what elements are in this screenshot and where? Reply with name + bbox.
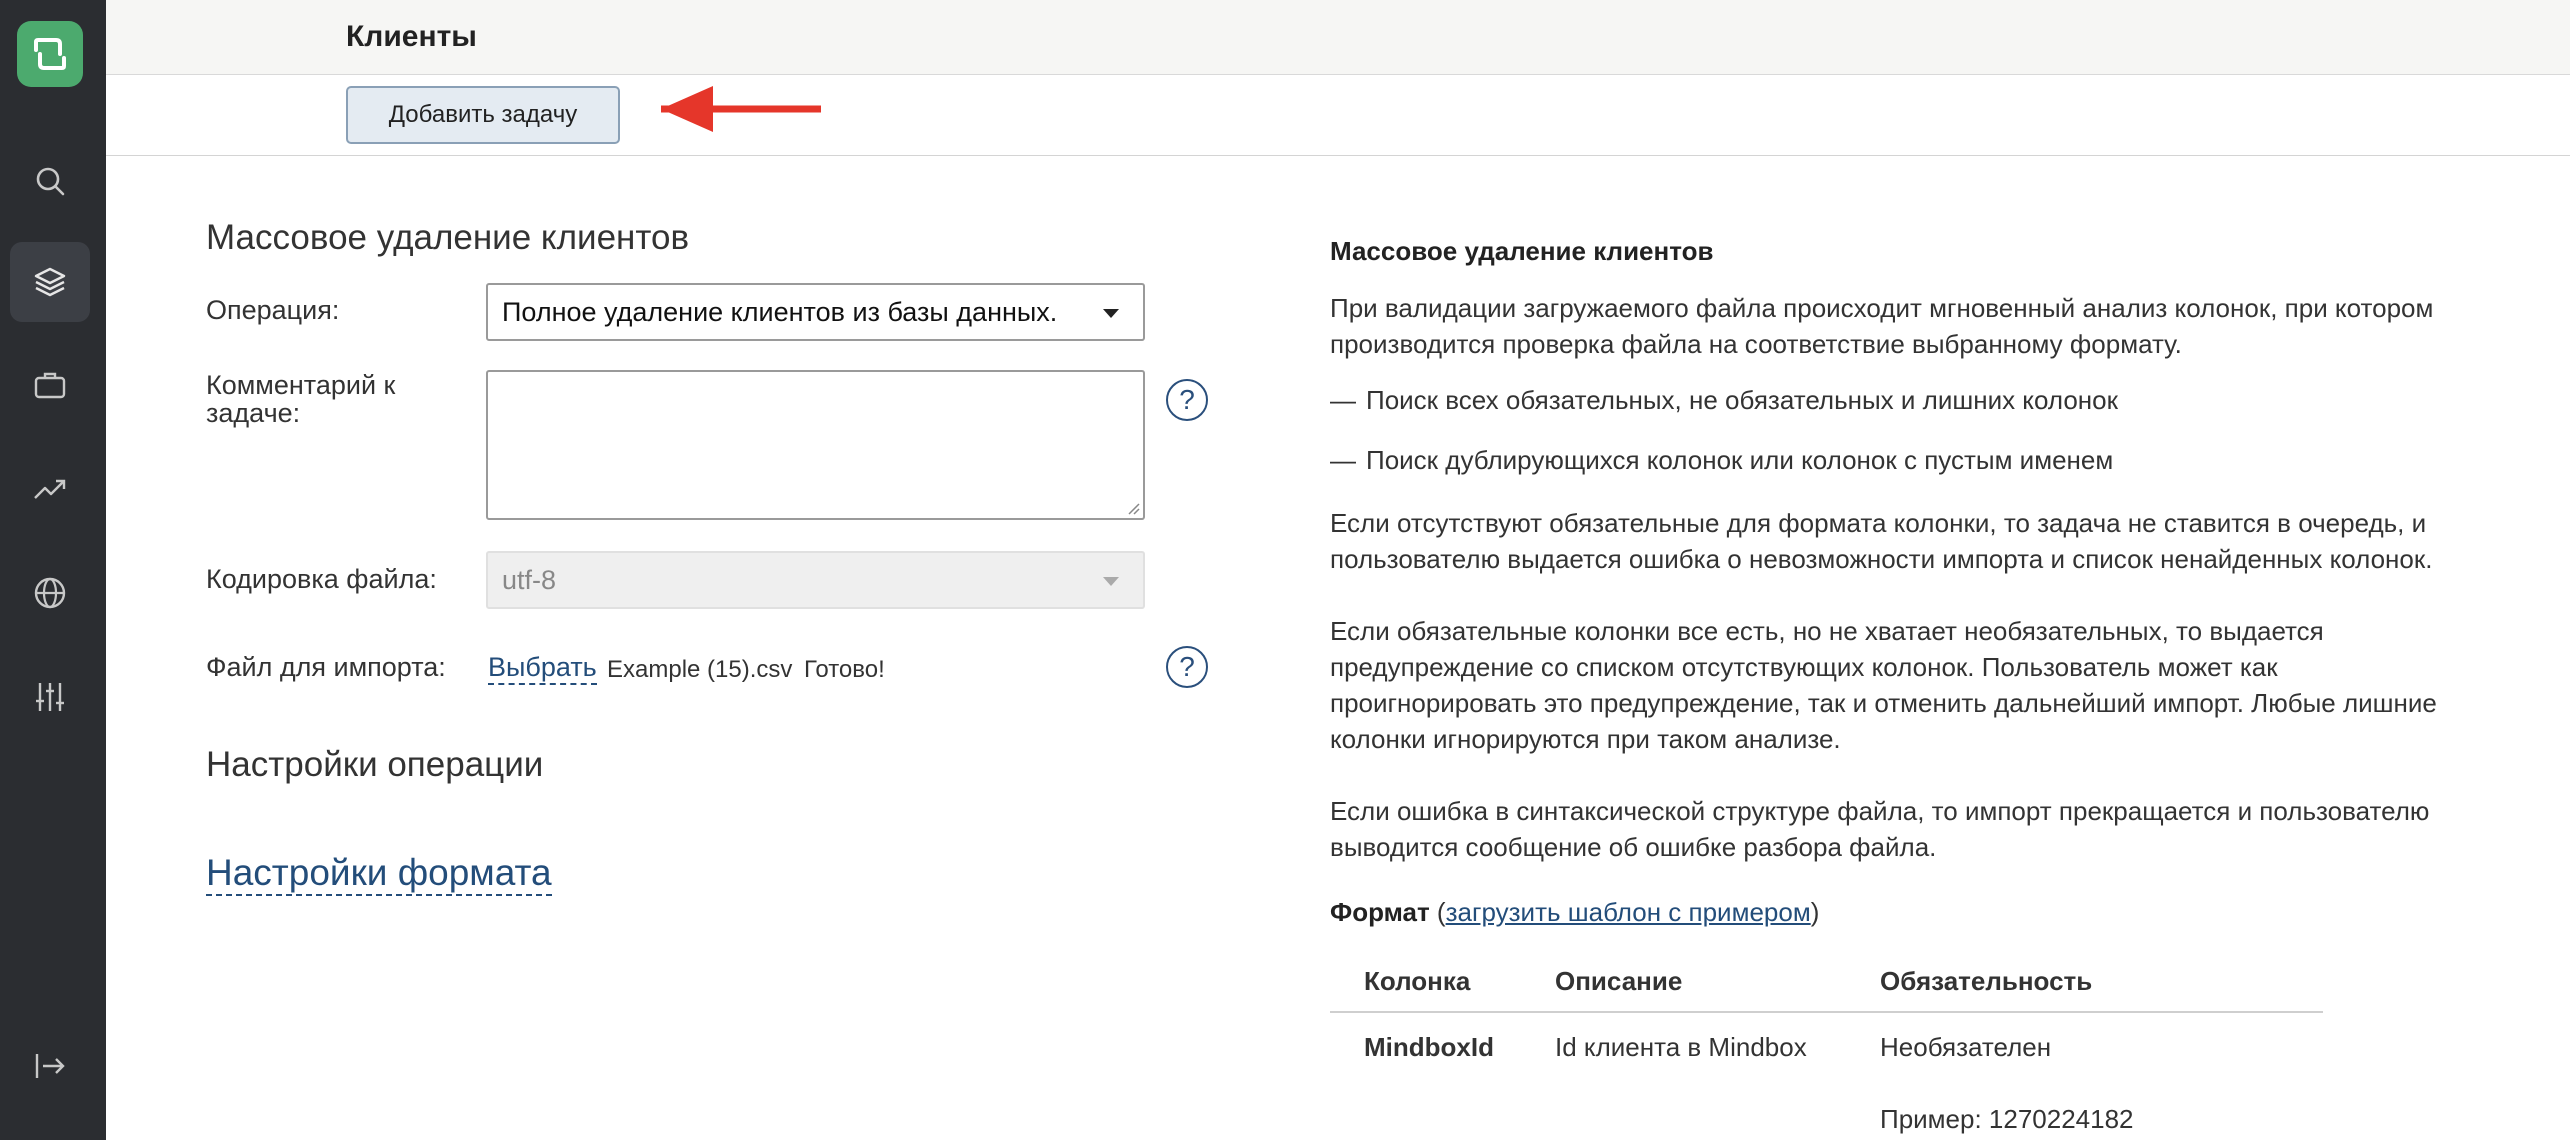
comment-label-line1: Комментарий к	[206, 370, 396, 400]
encoding-select: utf-8	[486, 551, 1145, 609]
doc-text-line: Если отсутствуют обязательные для формат…	[1330, 508, 2427, 538]
app-logo[interactable]	[17, 21, 83, 87]
doc-text-line: Если обязательные колонки все есть, но н…	[1330, 616, 2324, 646]
doc-paragraph-2: Если отсутствуют обязательные для формат…	[1330, 505, 2460, 577]
doc-paragraph-3: Если обязательные колонки все есть, но н…	[1330, 613, 2460, 757]
form-title: Массовое удаление клиентов	[206, 218, 690, 257]
globe-icon	[34, 577, 66, 609]
file-help-icon[interactable]: ?	[1166, 646, 1208, 688]
table-header-required: Обязательность	[1880, 966, 2093, 996]
table-cell-example: Пример: 1270224182	[1880, 1104, 2134, 1134]
sidebar-item-globe[interactable]	[10, 553, 90, 633]
doc-bullet-2: — Поиск дублирующихся колонок или колонок…	[1330, 445, 2113, 476]
format-label: Формат	[1330, 897, 1430, 927]
bullet-dash: —	[1330, 445, 1356, 475]
doc-text-line: производится проверка файла на соответст…	[1330, 329, 2182, 359]
format-paren-open: (	[1429, 897, 1446, 927]
toolbar: Добавить задачу	[106, 75, 2570, 156]
file-name: Example (15).csv	[607, 656, 793, 683]
operation-select-value: Полное удаление клиентов из базы данных.	[502, 296, 1058, 327]
briefcase-icon	[34, 372, 66, 399]
layers-icon	[34, 267, 66, 297]
file-label: Файл для импорта:	[206, 652, 446, 682]
sliders-icon	[36, 683, 64, 711]
table-cell-required: Необязателен	[1880, 1032, 2052, 1062]
operation-label: Операция:	[206, 295, 340, 325]
table-divider	[1330, 1011, 2323, 1013]
table-cell-column: MindboxId	[1364, 1032, 1494, 1062]
format-settings-link[interactable]: Настройки формата	[206, 852, 552, 896]
sidebar-item-analytics[interactable]	[10, 449, 90, 529]
trending-icon	[34, 479, 66, 499]
table-header-description: Описание	[1555, 966, 1683, 996]
sidebar-item-settings[interactable]	[10, 657, 90, 737]
bullet-text: Поиск всех обязательных, не обязательных…	[1366, 385, 2118, 415]
logout-icon	[35, 1054, 65, 1078]
arrow-annotation-icon	[661, 86, 821, 132]
choose-file-link[interactable]: Выбрать	[488, 652, 597, 685]
comment-label: Комментарий к задаче:	[206, 371, 395, 427]
bullet-text: Поиск дублирующихся колонок или колонок …	[1366, 445, 2114, 475]
doc-text-line: колонки игнорируются при таком анализе.	[1330, 724, 1841, 754]
encoding-label: Кодировка файла:	[206, 564, 437, 594]
doc-text-line: При валидации загружаемого файла происхо…	[1330, 293, 2434, 323]
page-header: Клиенты	[106, 0, 2570, 75]
operation-select[interactable]: Полное удаление клиентов из базы данных.	[486, 283, 1145, 341]
comment-textarea[interactable]	[486, 370, 1145, 520]
table-cell-description: Id клиента в Mindbox	[1555, 1032, 1807, 1062]
sidebar-item-briefcase[interactable]	[10, 345, 90, 425]
search-icon	[36, 167, 65, 196]
chevron-down-icon	[1103, 577, 1119, 586]
download-template-link[interactable]: загрузить шаблон с примером	[1446, 897, 1811, 927]
encoding-select-value: utf-8	[502, 564, 557, 595]
doc-bullet-1: — Поиск всех обязательных, не обязательны…	[1330, 385, 2118, 416]
sidebar-item-logout[interactable]	[10, 1026, 90, 1106]
format-paren-close: )	[1810, 897, 1820, 927]
table-header-column: Колонка	[1364, 966, 1471, 996]
doc-text-line: предупреждение со списком отсутствующих …	[1330, 652, 2278, 682]
format-line: Формат (загрузить шаблон с примером)	[1330, 897, 1819, 928]
doc-paragraph-1: При валидации загружаемого файла происхо…	[1330, 290, 2460, 362]
sidebar-item-search[interactable]	[10, 141, 90, 221]
bullet-dash: —	[1330, 385, 1356, 415]
sidebar-item-layers[interactable]	[10, 242, 90, 322]
add-task-button[interactable]: Добавить задачу	[346, 86, 620, 144]
page-title: Клиенты	[346, 20, 477, 53]
file-status: Готово!	[804, 656, 885, 683]
doc-text-line: проигнорировать это предупреждение, так …	[1330, 688, 2437, 718]
sidebar	[0, 0, 106, 1140]
comment-help-icon[interactable]: ?	[1166, 379, 1208, 421]
doc-paragraph-4: Если ошибка в синтаксической структуре ф…	[1330, 793, 2460, 865]
resize-grip-icon[interactable]	[1126, 501, 1140, 515]
doc-title: Массовое удаление клиентов	[1330, 236, 1714, 266]
doc-text-line: пользователю выдается ошибка о невозможн…	[1330, 544, 2433, 574]
chevron-down-icon	[1103, 309, 1119, 318]
doc-text-line: выводится сообщение об ошибке разбора фа…	[1330, 832, 1937, 862]
logo-icon	[34, 38, 66, 70]
doc-text-line: Если ошибка в синтаксической структуре ф…	[1330, 796, 2430, 826]
comment-label-line2: задаче:	[206, 398, 301, 428]
operation-settings-title: Настройки операции	[206, 745, 544, 784]
